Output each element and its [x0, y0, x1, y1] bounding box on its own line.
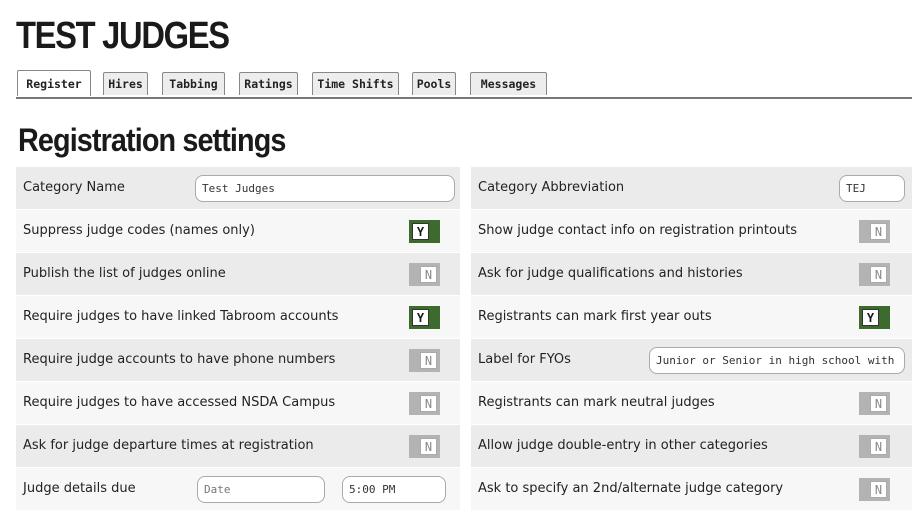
tab-register[interactable]: Register: [17, 70, 91, 96]
toggle-state: N: [870, 438, 887, 455]
toggle-state: N: [870, 395, 887, 412]
qualifications-row: Ask for judge qualifications and histori…: [471, 253, 912, 296]
category-name-row: Category Name: [16, 167, 460, 210]
section-title: Registration settings: [18, 122, 286, 158]
tab-tabbing[interactable]: Tabbing: [162, 72, 225, 95]
double-entry-toggle[interactable]: N: [859, 435, 890, 458]
details-due-time-input[interactable]: [342, 476, 446, 503]
contact-info-row: Show judge contact info on registration …: [471, 210, 912, 253]
fyo-label-input[interactable]: [649, 347, 905, 374]
suppress-codes-label: Suppress judge codes (names only): [23, 223, 255, 238]
toggle-state: N: [420, 352, 437, 369]
tab-time-shifts[interactable]: Time Shifts: [312, 72, 399, 95]
page-title: TEST JUDGES: [16, 15, 230, 57]
toggle-state: Y: [412, 223, 429, 240]
tab-pools[interactable]: Pools: [412, 72, 456, 95]
departure-times-label: Ask for judge departure times at registr…: [23, 438, 314, 453]
suppress-codes-toggle[interactable]: Y: [409, 220, 440, 243]
first-year-outs-label: Registrants can mark first year outs: [478, 309, 712, 324]
neutral-judges-toggle[interactable]: N: [859, 392, 890, 415]
require-phone-row: Require judge accounts to have phone num…: [16, 339, 460, 382]
departure-times-toggle[interactable]: N: [409, 435, 440, 458]
publish-list-label: Publish the list of judges online: [23, 266, 226, 281]
toggle-state: N: [420, 266, 437, 283]
require-phone-label: Require judge accounts to have phone num…: [23, 352, 336, 367]
category-name-input[interactable]: [195, 175, 455, 202]
contact-info-label: Show judge contact info on registration …: [478, 223, 798, 238]
alternate-category-toggle[interactable]: N: [859, 478, 890, 501]
first-year-outs-row: Registrants can mark first year outs Y: [471, 296, 912, 339]
toggle-state: N: [420, 395, 437, 412]
require-campus-label: Require judges to have accessed NSDA Cam…: [23, 395, 336, 410]
details-due-label: Judge details due: [23, 481, 136, 496]
toggle-state: N: [870, 481, 887, 498]
tab-messages[interactable]: Messages: [470, 72, 547, 95]
fyo-label-label: Label for FYOs: [478, 352, 571, 367]
require-linked-label: Require judges to have linked Tabroom ac…: [23, 309, 339, 324]
category-abbr-label: Category Abbreviation: [478, 180, 625, 195]
category-abbr-row: Category Abbreviation: [471, 167, 912, 210]
toggle-state: Y: [862, 309, 879, 326]
details-due-row: Judge details due: [16, 468, 460, 511]
category-abbr-input[interactable]: [839, 175, 905, 202]
qualifications-toggle[interactable]: N: [859, 263, 890, 286]
require-linked-toggle[interactable]: Y: [409, 306, 440, 329]
toggle-state: N: [420, 438, 437, 455]
fyo-label-row: Label for FYOs: [471, 339, 912, 382]
settings-right-column: Category Abbreviation Show judge contact…: [471, 167, 912, 511]
tab-ratings[interactable]: Ratings: [239, 72, 298, 95]
neutral-judges-row: Registrants can mark neutral judges N: [471, 382, 912, 425]
double-entry-row: Allow judge double-entry in other catego…: [471, 425, 912, 468]
departure-times-row: Ask for judge departure times at registr…: [16, 425, 460, 468]
require-campus-row: Require judges to have accessed NSDA Cam…: [16, 382, 460, 425]
publish-list-row: Publish the list of judges online N: [16, 253, 460, 296]
toggle-state: N: [870, 266, 887, 283]
require-phone-toggle[interactable]: N: [409, 349, 440, 372]
toggle-state: N: [870, 223, 887, 240]
alternate-category-label: Ask to specify an 2nd/alternate judge ca…: [478, 481, 784, 496]
tab-hires[interactable]: Hires: [103, 72, 148, 95]
category-name-label: Category Name: [23, 180, 125, 195]
require-linked-row: Require judges to have linked Tabroom ac…: [16, 296, 460, 339]
contact-info-toggle[interactable]: N: [859, 220, 890, 243]
double-entry-label: Allow judge double-entry in other catego…: [478, 438, 768, 453]
alternate-category-row: Ask to specify an 2nd/alternate judge ca…: [471, 468, 912, 511]
details-due-date-input[interactable]: [197, 476, 325, 503]
publish-list-toggle[interactable]: N: [409, 263, 440, 286]
tab-bar: Register Hires Tabbing Ratings Time Shif…: [16, 70, 912, 99]
neutral-judges-label: Registrants can mark neutral judges: [478, 395, 715, 410]
qualifications-label: Ask for judge qualifications and histori…: [478, 266, 743, 281]
toggle-state: Y: [412, 309, 429, 326]
first-year-outs-toggle[interactable]: Y: [859, 306, 890, 329]
suppress-codes-row: Suppress judge codes (names only) Y: [16, 210, 460, 253]
settings-left-column: Category Name Suppress judge codes (name…: [16, 167, 460, 511]
require-campus-toggle[interactable]: N: [409, 392, 440, 415]
